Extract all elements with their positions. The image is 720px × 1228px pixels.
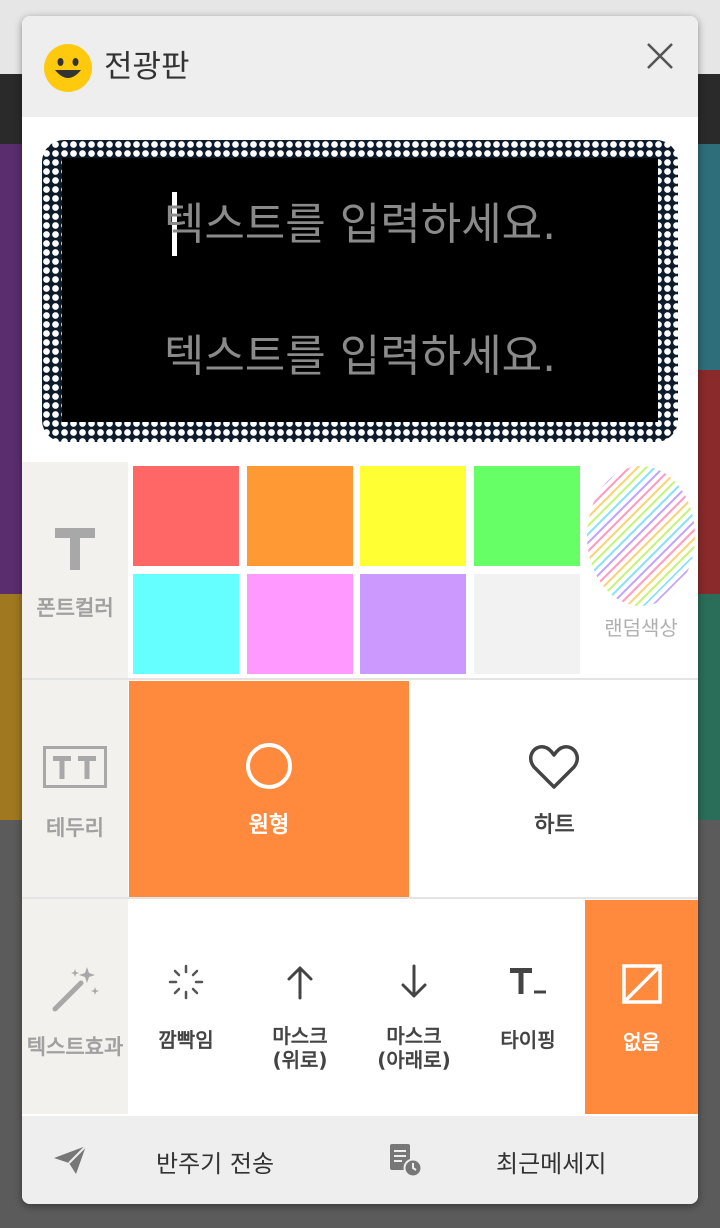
circle-icon (246, 743, 292, 789)
text-effect-label-cell: 텍스트효과 (22, 899, 128, 1114)
effect-option-label-line: 마스크 (위로) (272, 1024, 328, 1072)
effect-option-label: 마스크 (위로) (243, 1024, 357, 1072)
billboard-dialog: 전광판 텍스트를 입력하세요. 텍스트를 입력하세요. 폰트컬러 랜덤색상 테두… (22, 16, 698, 1204)
border-option-heart[interactable]: 하트 (411, 681, 698, 897)
none-icon (622, 964, 662, 1004)
effect-option-label: 타이핑 (500, 1028, 556, 1052)
magic-wand-icon (52, 967, 99, 1012)
color-swatch-orange[interactable] (247, 466, 353, 566)
font-color-label-cell: 폰트컬러 (22, 462, 128, 678)
border-label-cell: 테두리 (22, 680, 128, 898)
effect-option-blink[interactable]: 깜빡임 (129, 900, 243, 1114)
board-text-line-2[interactable]: 텍스트를 입력하세요. (62, 330, 658, 384)
color-swatch-green[interactable] (474, 466, 580, 566)
effect-option-label: 깜빡임 (158, 1028, 214, 1052)
random-color-button[interactable] (587, 466, 695, 606)
arrow-up-icon (287, 966, 313, 1000)
billboard-preview: 텍스트를 입력하세요. 텍스트를 입력하세요. (42, 140, 678, 442)
font-color-label: 폰트컬러 (36, 596, 114, 620)
typing-icon (510, 968, 546, 994)
background-tile-left-2 (0, 594, 22, 820)
color-swatch-yellow[interactable] (360, 466, 466, 566)
color-swatch-cyan[interactable] (133, 574, 239, 674)
font-t-icon (55, 528, 95, 570)
background-tile-right-3 (698, 594, 720, 820)
smiley-icon (44, 44, 92, 92)
heart-icon (529, 745, 579, 789)
send-label: 반주기 전송 (156, 1150, 275, 1178)
border-label: 테두리 (46, 816, 104, 840)
text-effect-label: 텍스트효과 (26, 1035, 124, 1059)
background-tile-right-2 (698, 370, 720, 594)
color-swatch-white[interactable] (474, 574, 580, 674)
effect-option-label: 마스크 (아래로) (357, 1024, 471, 1072)
background-tile-left-1 (0, 144, 22, 594)
billboard-text-area[interactable]: 텍스트를 입력하세요. 텍스트를 입력하세요. (62, 158, 658, 422)
effect-option-label: 없음 (623, 1030, 660, 1054)
dialog-footer: 반주기 전송 최근메세지 (22, 1116, 698, 1204)
effect-option-label-line: 마스크 (아래로) (377, 1024, 451, 1072)
board-text-line-1[interactable]: 텍스트를 입력하세요. (62, 198, 658, 252)
border-option-circle[interactable]: 원형 (129, 681, 409, 897)
sparkle-icon (168, 964, 204, 1000)
recent-messages-button[interactable]: 최근메세지 (360, 1116, 698, 1204)
effect-option-mask-up[interactable]: 마스크 (위로) (243, 900, 357, 1114)
recent-document-icon (390, 1144, 423, 1178)
border-option-label: 원형 (248, 813, 290, 838)
send-button[interactable]: 반주기 전송 (22, 1116, 360, 1204)
arrow-down-icon (401, 964, 427, 998)
dialog-header: 전광판 (22, 16, 698, 117)
border-tt-icon (43, 746, 107, 788)
color-swatch-purple[interactable] (360, 574, 466, 674)
color-swatch-pink[interactable] (247, 574, 353, 674)
effect-option-none[interactable]: 없음 (585, 900, 698, 1114)
random-color-label: 랜덤색상 (604, 616, 678, 640)
background-tile-right-1 (698, 144, 720, 370)
effect-option-typing[interactable]: 타이핑 (471, 900, 585, 1114)
recent-label: 최근메세지 (496, 1150, 607, 1178)
paper-plane-icon (54, 1145, 87, 1174)
close-button[interactable] (642, 38, 678, 74)
effect-option-mask-down[interactable]: 마스크 (아래로) (357, 900, 471, 1114)
dialog-title: 전광판 (104, 49, 190, 85)
close-icon (647, 43, 673, 69)
color-swatch-red[interactable] (133, 466, 239, 566)
border-option-label: 하트 (534, 813, 575, 838)
